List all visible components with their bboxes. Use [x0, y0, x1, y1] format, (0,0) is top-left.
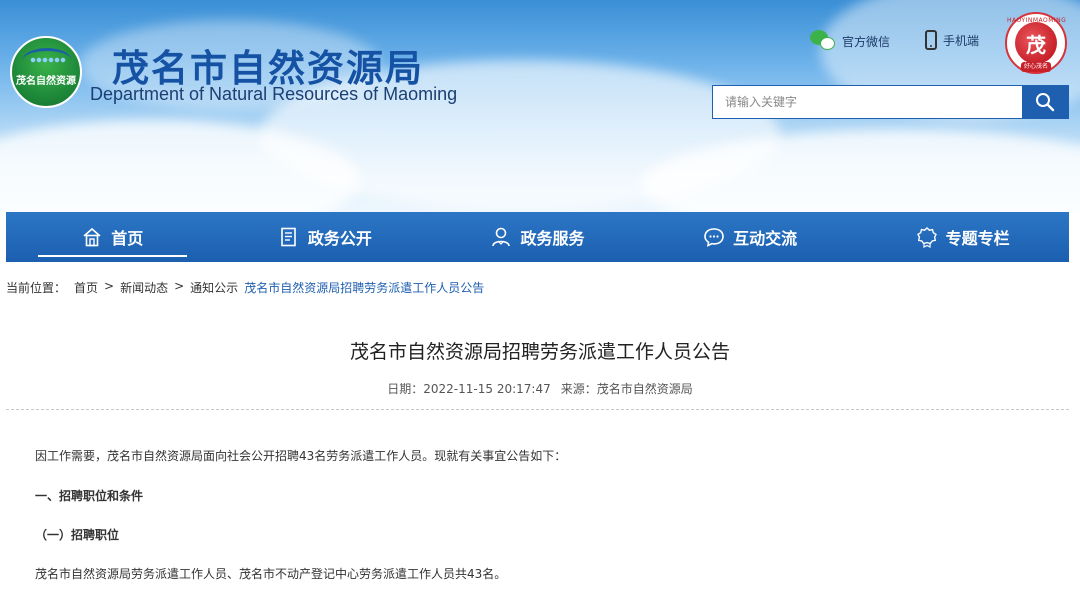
- home-icon: [83, 227, 101, 247]
- nav-label: 政务服务: [520, 229, 585, 248]
- breadcrumb-separator: >: [104, 279, 115, 293]
- divider: [6, 409, 1069, 410]
- nav-item-home[interactable]: 首页: [6, 212, 219, 262]
- main-nav: 首页 政务公开 政务服务 互动交流 专题专栏: [6, 212, 1069, 262]
- phone-icon: [925, 30, 937, 50]
- breadcrumb-item-home[interactable]: 首页: [74, 279, 98, 296]
- mobile-label: 手机端: [943, 33, 980, 48]
- logo-dots: [30, 56, 66, 64]
- breadcrumb-item-notices[interactable]: 通知公示: [190, 279, 238, 296]
- chat-bubble-icon: [704, 228, 724, 247]
- article-subsection-heading: （一）招聘职位: [35, 528, 120, 542]
- badge-ring-text: HAOYINMAOMING: [1007, 17, 1067, 24]
- city-badge-logo[interactable]: HAOYINMAOMING 茂 好心茂名: [1005, 12, 1067, 74]
- service-person-icon: [492, 227, 511, 247]
- logo-text: 茂名自然资源: [16, 75, 76, 87]
- article-paragraph: 茂名市自然资源局劳务派遣工作人员、茂名市不动产登记中心劳务派遣工作人员共43名。: [35, 567, 507, 581]
- nav-label: 互动交流: [733, 229, 798, 248]
- article-section-heading: 一、招聘职位和条件: [35, 489, 144, 503]
- nav-item-interaction[interactable]: 互动交流: [644, 212, 857, 262]
- mobile-link[interactable]: 手机端: [925, 30, 979, 50]
- nav-label: 首页: [111, 229, 144, 248]
- breadcrumb-item-news[interactable]: 新闻动态: [120, 279, 168, 296]
- nav-label: 专题专栏: [945, 229, 1010, 248]
- badge-bottom-text: 好心茂名: [1023, 63, 1048, 70]
- wechat-link[interactable]: 官方微信: [810, 30, 890, 52]
- nav-item-gov-affairs[interactable]: 政务公开: [219, 212, 432, 262]
- article-meta: 日期：2022-11-15 20:17:47 来源：茂名市自然资源局: [0, 380, 1080, 397]
- breadcrumb: 当前位置： 首页 > 新闻动态 > 通知公示 茂名市自然资源局招聘劳务派遣工作人…: [6, 279, 484, 296]
- article-source: 来源：茂名市自然资源局: [560, 382, 693, 396]
- article-title: 茂名市自然资源局招聘劳务派遣工作人员公告: [349, 341, 730, 363]
- wechat-icon: [810, 30, 836, 52]
- nav-item-gov-service[interactable]: 政务服务: [431, 212, 644, 262]
- document-icon: [281, 227, 296, 247]
- search-button[interactable]: [1022, 86, 1068, 118]
- search-icon: [1036, 93, 1055, 112]
- article-date: 日期：2022-11-15 20:17:47: [387, 382, 551, 396]
- badge-icon: [916, 227, 937, 248]
- badge-emblem-icon: 茂: [1015, 22, 1057, 64]
- breadcrumb-separator: >: [174, 279, 185, 293]
- nav-label: 政务公开: [307, 229, 372, 248]
- site-subtitle: Department of Natural Resources of Maomi…: [90, 84, 458, 104]
- search-input[interactable]: [713, 86, 1022, 118]
- article-paragraph: 因工作需要，茂名市自然资源局面向社会公开招聘43名劳务派遣工作人员。现就有关事宜…: [35, 449, 567, 463]
- nav-item-special-topics[interactable]: 专题专栏: [856, 212, 1069, 262]
- site-header: 茂名自然资源 茂名市自然资源局 Department of Natural Re…: [0, 0, 1080, 212]
- wechat-label: 官方微信: [842, 34, 891, 49]
- breadcrumb-prefix: 当前位置：: [6, 281, 67, 295]
- search-box: [712, 85, 1069, 119]
- site-logo[interactable]: 茂名自然资源: [10, 36, 82, 108]
- breadcrumb-current[interactable]: 茂名市自然资源局招聘劳务派遣工作人员公告: [244, 279, 484, 296]
